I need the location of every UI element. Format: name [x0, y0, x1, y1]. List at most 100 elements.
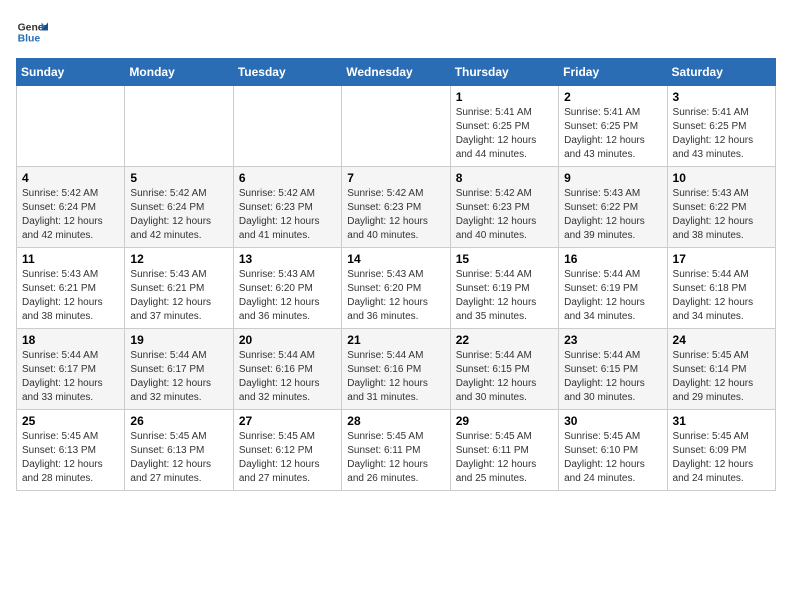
calendar-cell: [233, 86, 341, 167]
calendar-cell: 28Sunrise: 5:45 AM Sunset: 6:11 PM Dayli…: [342, 410, 450, 491]
day-info: Sunrise: 5:43 AM Sunset: 6:20 PM Dayligh…: [239, 268, 336, 324]
day-info: Sunrise: 5:45 AM Sunset: 6:09 PM Dayligh…: [673, 430, 770, 486]
day-info: Sunrise: 5:45 AM Sunset: 6:13 PM Dayligh…: [130, 430, 227, 486]
day-info: Sunrise: 5:45 AM Sunset: 6:11 PM Dayligh…: [456, 430, 553, 486]
day-info: Sunrise: 5:42 AM Sunset: 6:23 PM Dayligh…: [239, 187, 336, 243]
calendar-cell: 24Sunrise: 5:45 AM Sunset: 6:14 PM Dayli…: [667, 329, 775, 410]
day-info: Sunrise: 5:44 AM Sunset: 6:15 PM Dayligh…: [456, 349, 553, 405]
day-info: Sunrise: 5:43 AM Sunset: 6:20 PM Dayligh…: [347, 268, 444, 324]
calendar-cell: 23 Sunrise: 5:44 AM Sunset: 6:15 PM Dayli…: [559, 329, 667, 410]
calendar-cell: 4Sunrise: 5:42 AM Sunset: 6:24 PM Daylig…: [17, 167, 125, 248]
calendar-cell: [125, 86, 233, 167]
day-info: Sunrise: 5:44 AM Sunset: 6:16 PM Dayligh…: [347, 349, 444, 405]
day-number: 15: [456, 252, 553, 266]
day-number: 27: [239, 414, 336, 428]
day-number: 1: [456, 90, 553, 104]
day-number: 26: [130, 414, 227, 428]
calendar-week-row: 4Sunrise: 5:42 AM Sunset: 6:24 PM Daylig…: [17, 167, 776, 248]
column-header-sunday: Sunday: [17, 59, 125, 86]
calendar-cell: 8Sunrise: 5:42 AM Sunset: 6:23 PM Daylig…: [450, 167, 558, 248]
day-info: Sunrise: 5:43 AM Sunset: 6:21 PM Dayligh…: [22, 268, 119, 324]
day-number: 16: [564, 252, 661, 266]
calendar-cell: 10 Sunrise: 5:43 AM Sunset: 6:22 PM Dayli…: [667, 167, 775, 248]
day-info: Sunrise: 5:44 AM Sunset: 6:16 PM Dayligh…: [239, 349, 336, 405]
column-header-friday: Friday: [559, 59, 667, 86]
day-info: Sunrise: 5:44 AM Sunset: 6:18 PM Dayligh…: [673, 268, 770, 324]
column-header-saturday: Saturday: [667, 59, 775, 86]
day-info: Sunrise: 5:44 AM Sunset: 6:17 PM Dayligh…: [130, 349, 227, 405]
calendar-cell: 2 Sunrise: 5:41 AM Sunset: 6:25 PM Daylig…: [559, 86, 667, 167]
day-info: Sunrise: 5:42 AM Sunset: 6:23 PM Dayligh…: [347, 187, 444, 243]
calendar-header-row: SundayMondayTuesdayWednesdayThursdayFrid…: [17, 59, 776, 86]
calendar-table: SundayMondayTuesdayWednesdayThursdayFrid…: [16, 58, 776, 491]
calendar-cell: 22 Sunrise: 5:44 AM Sunset: 6:15 PM Dayli…: [450, 329, 558, 410]
calendar-week-row: 1 Sunrise: 5:41 AM Sunset: 6:25 PM Daylig…: [17, 86, 776, 167]
day-info: Sunrise: 5:41 AM Sunset: 6:25 PM Dayligh…: [673, 106, 770, 162]
day-info: Sunrise: 5:42 AM Sunset: 6:24 PM Dayligh…: [130, 187, 227, 243]
calendar-cell: 6 Sunrise: 5:42 AM Sunset: 6:23 PM Daylig…: [233, 167, 341, 248]
day-number: 14: [347, 252, 444, 266]
calendar-week-row: 18 Sunrise: 5:44 AM Sunset: 6:17 PM Dayli…: [17, 329, 776, 410]
day-info: Sunrise: 5:45 AM Sunset: 6:14 PM Dayligh…: [673, 349, 770, 405]
day-number: 3: [673, 90, 770, 104]
day-info: Sunrise: 5:45 AM Sunset: 6:13 PM Dayligh…: [22, 430, 119, 486]
calendar-cell: 25Sunrise: 5:45 AM Sunset: 6:13 PM Dayli…: [17, 410, 125, 491]
column-header-monday: Monday: [125, 59, 233, 86]
calendar-week-row: 25Sunrise: 5:45 AM Sunset: 6:13 PM Dayli…: [17, 410, 776, 491]
calendar-week-row: 11 Sunrise: 5:43 AM Sunset: 6:21 PM Dayli…: [17, 248, 776, 329]
calendar-cell: 17 Sunrise: 5:44 AM Sunset: 6:18 PM Dayli…: [667, 248, 775, 329]
day-info: Sunrise: 5:44 AM Sunset: 6:19 PM Dayligh…: [564, 268, 661, 324]
calendar-cell: [342, 86, 450, 167]
day-number: 21: [347, 333, 444, 347]
calendar-cell: 12 Sunrise: 5:43 AM Sunset: 6:21 PM Dayli…: [125, 248, 233, 329]
day-number: 11: [22, 252, 119, 266]
logo-icon: General Blue: [16, 16, 48, 48]
day-number: 17: [673, 252, 770, 266]
column-header-wednesday: Wednesday: [342, 59, 450, 86]
day-info: Sunrise: 5:43 AM Sunset: 6:22 PM Dayligh…: [673, 187, 770, 243]
day-info: Sunrise: 5:44 AM Sunset: 6:17 PM Dayligh…: [22, 349, 119, 405]
calendar-cell: 14 Sunrise: 5:43 AM Sunset: 6:20 PM Dayli…: [342, 248, 450, 329]
day-number: 10: [673, 171, 770, 185]
calendar-cell: 13Sunrise: 5:43 AM Sunset: 6:20 PM Dayli…: [233, 248, 341, 329]
calendar-cell: 27 Sunrise: 5:45 AM Sunset: 6:12 PM Dayli…: [233, 410, 341, 491]
day-info: Sunrise: 5:42 AM Sunset: 6:24 PM Dayligh…: [22, 187, 119, 243]
calendar-cell: 11 Sunrise: 5:43 AM Sunset: 6:21 PM Dayli…: [17, 248, 125, 329]
svg-text:Blue: Blue: [18, 34, 41, 45]
day-number: 29: [456, 414, 553, 428]
calendar-cell: 18 Sunrise: 5:44 AM Sunset: 6:17 PM Dayli…: [17, 329, 125, 410]
calendar-cell: 26 Sunrise: 5:45 AM Sunset: 6:13 PM Dayli…: [125, 410, 233, 491]
day-number: 28: [347, 414, 444, 428]
calendar-cell: 21 Sunrise: 5:44 AM Sunset: 6:16 PM Dayli…: [342, 329, 450, 410]
day-number: 20: [239, 333, 336, 347]
day-info: Sunrise: 5:43 AM Sunset: 6:21 PM Dayligh…: [130, 268, 227, 324]
day-info: Sunrise: 5:45 AM Sunset: 6:12 PM Dayligh…: [239, 430, 336, 486]
day-number: 22: [456, 333, 553, 347]
calendar-cell: 3 Sunrise: 5:41 AM Sunset: 6:25 PM Daylig…: [667, 86, 775, 167]
day-number: 8: [456, 171, 553, 185]
day-info: Sunrise: 5:43 AM Sunset: 6:22 PM Dayligh…: [564, 187, 661, 243]
day-info: Sunrise: 5:41 AM Sunset: 6:25 PM Dayligh…: [564, 106, 661, 162]
day-number: 12: [130, 252, 227, 266]
day-info: Sunrise: 5:45 AM Sunset: 6:10 PM Dayligh…: [564, 430, 661, 486]
day-number: 6: [239, 171, 336, 185]
calendar-cell: 30 Sunrise: 5:45 AM Sunset: 6:10 PM Dayli…: [559, 410, 667, 491]
day-number: 7: [347, 171, 444, 185]
calendar-cell: 5 Sunrise: 5:42 AM Sunset: 6:24 PM Daylig…: [125, 167, 233, 248]
calendar-cell: 20 Sunrise: 5:44 AM Sunset: 6:16 PM Dayli…: [233, 329, 341, 410]
day-number: 30: [564, 414, 661, 428]
day-info: Sunrise: 5:44 AM Sunset: 6:15 PM Dayligh…: [564, 349, 661, 405]
day-info: Sunrise: 5:41 AM Sunset: 6:25 PM Dayligh…: [456, 106, 553, 162]
calendar-cell: 7 Sunrise: 5:42 AM Sunset: 6:23 PM Daylig…: [342, 167, 450, 248]
day-number: 18: [22, 333, 119, 347]
day-number: 5: [130, 171, 227, 185]
calendar-cell: 19Sunrise: 5:44 AM Sunset: 6:17 PM Dayli…: [125, 329, 233, 410]
day-number: 31: [673, 414, 770, 428]
day-number: 23: [564, 333, 661, 347]
day-number: 2: [564, 90, 661, 104]
logo: General Blue: [16, 16, 52, 48]
day-info: Sunrise: 5:44 AM Sunset: 6:19 PM Dayligh…: [456, 268, 553, 324]
calendar-cell: [17, 86, 125, 167]
calendar-cell: 31 Sunrise: 5:45 AM Sunset: 6:09 PM Dayli…: [667, 410, 775, 491]
page-header: General Blue: [16, 16, 776, 48]
